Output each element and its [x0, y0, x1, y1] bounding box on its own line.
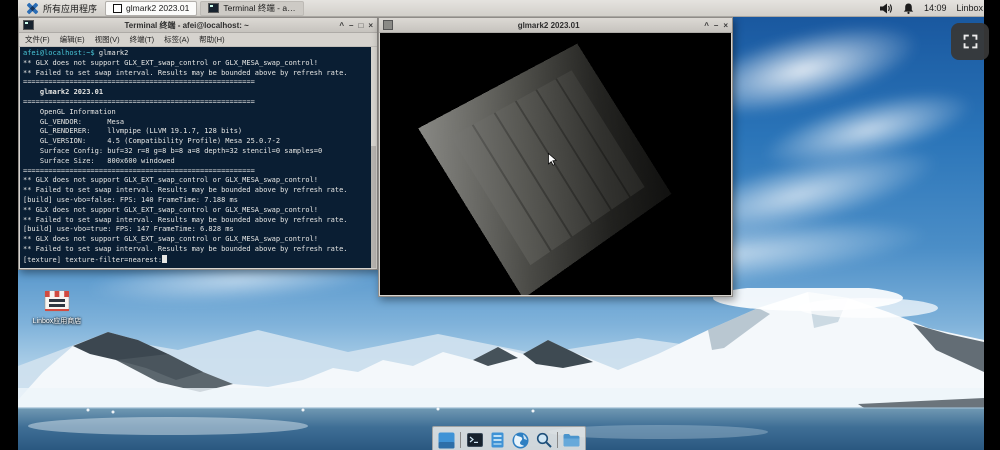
terminal-line: ========================================… [23, 78, 255, 87]
terminal-window-icon [208, 3, 220, 13]
volume-icon[interactable] [880, 3, 893, 14]
desktop-icon-label: Linbox应用商店 [32, 318, 82, 325]
dock [432, 426, 586, 450]
terminal-line: [build] use-vbo=false: FPS: 140 FrameTim… [23, 195, 238, 204]
terminal-line: [build] use-vbo=true: FPS: 147 FrameTime… [23, 225, 234, 234]
dock-terminal-button[interactable] [465, 431, 484, 450]
maximize-button[interactable]: □ [358, 21, 363, 30]
close-button[interactable]: × [368, 21, 373, 30]
terminal-scrollbar[interactable] [371, 47, 376, 268]
desktop-icon-linbox-store[interactable]: Linbox应用商店 [26, 290, 88, 326]
glmark2-title: glmark2 2023.01 [517, 20, 580, 30]
applications-menu-button[interactable]: 所有应用程序 [18, 0, 105, 16]
terminal-line: ** GLX does not support GLX_EXT_swap_con… [23, 205, 319, 214]
terminal-title: Terminal 终端 - afei@localhost: ~ [124, 20, 249, 30]
taskbar-button-terminal[interactable]: Terminal 终端 - a… [200, 0, 304, 16]
search-magnifier-icon [536, 432, 552, 448]
terminal-line: GL_VERSION: 4.5 (Compatibility Profile) … [23, 137, 281, 146]
terminal-line: Surface Config: buf=32 r=8 g=8 b=8 a=8 d… [23, 146, 323, 155]
user-label: Linbox [956, 3, 984, 13]
dock-file-manager-button[interactable] [562, 431, 581, 450]
notifications-bell-icon[interactable] [903, 3, 914, 14]
expand-icon [963, 34, 977, 49]
menu-tabs[interactable]: 标签(A) [164, 34, 189, 45]
terminal-line: ** Failed to set swap interval. Results … [23, 186, 348, 195]
terminal-line: glmark2 2023.01 [23, 88, 104, 97]
glmark2-title-icon [383, 20, 393, 30]
fullscreen-toggle-button[interactable] [951, 23, 989, 60]
show-desktop-icon [438, 432, 455, 448]
dock-browser-button[interactable] [511, 431, 530, 450]
terminal-line: afei@localhost:~$ glmark2 [23, 49, 129, 57]
distro-logo-icon [26, 2, 39, 14]
terminal-line: [texture] texture-filter=nearest: [23, 254, 371, 265]
shade-button[interactable]: ^ [339, 21, 344, 30]
menu-file[interactable]: 文件(F) [25, 34, 50, 45]
system-tray: 14:09 Linbox [880, 0, 983, 16]
dock-separator [557, 432, 558, 448]
terminal-titlebar[interactable]: Terminal 终端 - afei@localhost: ~ ^ – □ × [19, 18, 377, 33]
terminal-menubar: 文件(F) 编辑(E) 视图(V) 终端(T) 标签(A) 帮助(H) [19, 33, 377, 47]
web-browser-globe-icon [512, 432, 529, 448]
terminal-cursor [162, 254, 167, 263]
terminal-output[interactable]: afei@localhost:~$ glmark2 ** GLX does no… [20, 47, 371, 268]
menu-edit[interactable]: 编辑(E) [60, 34, 85, 45]
taskbar-button-glmark2[interactable]: glmark2 2023.01 [105, 0, 198, 16]
glmark2-titlebar[interactable]: glmark2 2023.01 ^ – × [379, 18, 732, 33]
terminal-line: ========================================… [23, 97, 255, 106]
terminal-line: ** GLX does not support GLX_EXT_swap_con… [23, 235, 319, 244]
folder-icon [563, 434, 580, 447]
minimize-button[interactable]: – [714, 21, 718, 30]
terminal-window: Terminal 终端 - afei@localhost: ~ ^ – □ × … [18, 17, 378, 270]
glmark2-render-canvas [380, 33, 731, 295]
taskbar-button-label: glmark2 2023.01 [126, 3, 190, 13]
terminal-line: ** Failed to set swap interval. Results … [23, 68, 348, 77]
close-button[interactable]: × [723, 21, 728, 30]
terminal-line: Surface Size: 800x600 windowed [23, 156, 175, 165]
shade-button[interactable]: ^ [704, 21, 709, 30]
terminal-title-icon [23, 20, 34, 30]
glmark2-window-icon [113, 3, 123, 13]
dock-app-finder-button[interactable] [534, 431, 553, 450]
terminal-line: ** GLX does not support GLX_EXT_swap_con… [23, 58, 319, 67]
top-panel: 所有应用程序 glmark2 2023.01 Terminal 终端 - a… … [18, 0, 984, 17]
software-center-icon [491, 432, 504, 448]
terminal-line: ========================================… [23, 166, 255, 175]
dock-separator [460, 432, 461, 448]
menu-help[interactable]: 帮助(H) [199, 34, 224, 45]
terminal-icon [466, 433, 483, 447]
minimize-button[interactable]: – [349, 21, 353, 30]
terminal-line: ** GLX does not support GLX_EXT_swap_con… [23, 176, 319, 185]
mouse-cursor-icon [548, 153, 557, 166]
taskbar-button-label: Terminal 终端 - a… [223, 3, 296, 13]
terminal-line: ** Failed to set swap interval. Results … [23, 244, 348, 253]
terminal-line: GL_RENDERER: llvmpipe (LLVM 19.1.7, 128 … [23, 127, 243, 136]
menu-view[interactable]: 视图(V) [95, 34, 120, 45]
desktop: Linbox应用商店 所有应用程序 glmark2 2023.01 Termin… [18, 0, 984, 450]
applications-menu-label: 所有应用程序 [43, 3, 98, 14]
textured-wood-panel [418, 43, 672, 295]
menu-terminal[interactable]: 终端(T) [130, 34, 155, 45]
clock[interactable]: 14:09 [924, 3, 947, 13]
dock-software-button[interactable] [488, 431, 507, 450]
terminal-line: ** Failed to set swap interval. Results … [23, 215, 348, 224]
dock-show-desktop-button[interactable] [437, 431, 456, 450]
store-icon [44, 290, 70, 312]
terminal-line: OpenGL Information [23, 107, 116, 116]
glmark2-window: glmark2 2023.01 ^ – × [378, 17, 733, 297]
terminal-line: GL_VENDOR: Mesa [23, 117, 125, 126]
